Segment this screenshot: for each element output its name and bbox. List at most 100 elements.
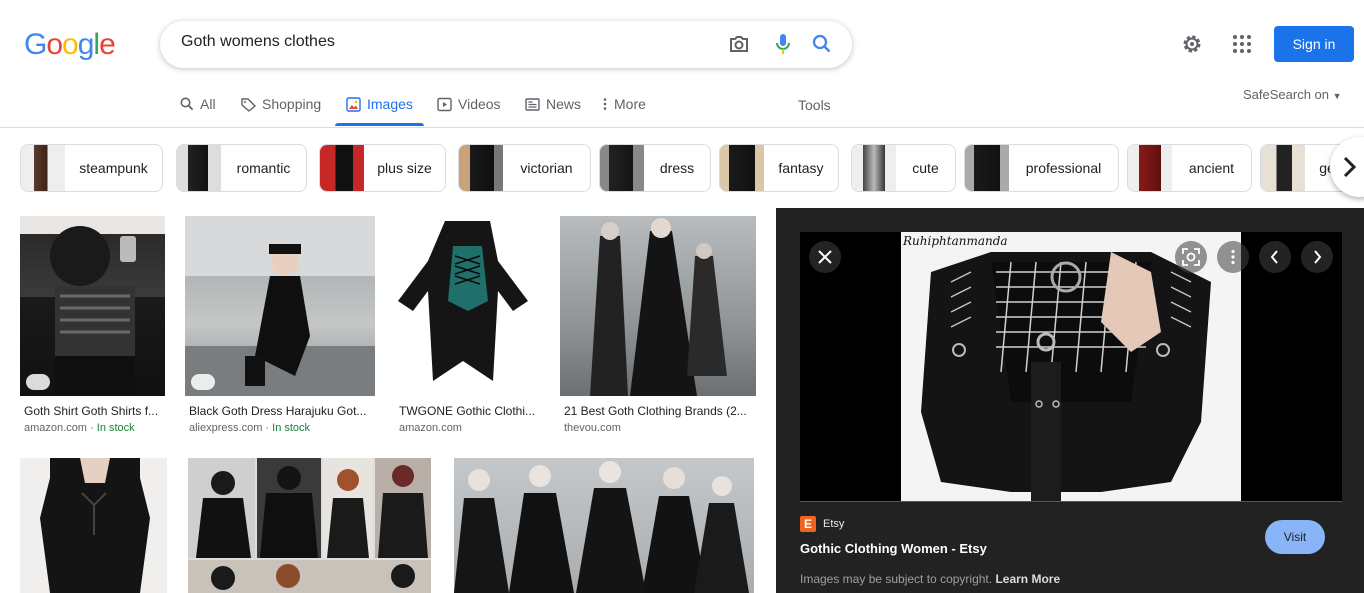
copyright-notice: Images may be subject to copyright. Lear… <box>800 572 1060 586</box>
chip-label: professional <box>1025 160 1102 176</box>
separator: · <box>86 422 97 434</box>
chip-thumbnail <box>852 145 896 191</box>
result-title[interactable]: TWGONE Gothic Clothi... <box>399 404 536 418</box>
result-photo <box>398 221 528 381</box>
chevron-right-icon <box>1343 156 1356 178</box>
camera-icon[interactable] <box>727 32 751 56</box>
chip-label: romantic <box>236 160 291 176</box>
shopping-tag-icon <box>191 374 215 390</box>
chip-thumbnail <box>177 145 221 191</box>
source-domain: aliexpress.com <box>189 422 263 434</box>
chip-steampunk[interactable]: steampunk <box>20 144 163 192</box>
chip-thumbnail <box>459 145 503 191</box>
result-image-collage[interactable] <box>188 458 431 593</box>
tab-images[interactable]: Images <box>346 96 413 112</box>
logo-letter: g <box>77 28 95 61</box>
tab-label: Images <box>367 96 413 112</box>
tab-more[interactable]: More <box>602 96 646 112</box>
previous-image-button[interactable] <box>1259 241 1291 273</box>
learn-more-link[interactable]: Learn More <box>995 572 1060 586</box>
tab-videos[interactable]: Videos <box>437 96 501 112</box>
source-domain: thevou.com <box>564 422 621 434</box>
result-title[interactable]: Black Goth Dress Harajuku Got... <box>189 404 371 418</box>
chip-thumbnail <box>965 145 1009 191</box>
chip-dress[interactable]: dress <box>599 144 711 192</box>
google-logo[interactable]: Google <box>24 28 116 62</box>
etsy-icon: E <box>800 516 816 532</box>
search-icon[interactable] <box>810 32 834 56</box>
chip-label: cute <box>912 160 939 176</box>
result-title[interactable]: Goth Shirt Goth Shirts f... <box>24 404 164 418</box>
result-image-goth-shirt[interactable] <box>20 216 165 396</box>
image-icon <box>346 96 361 112</box>
chip-thumbnail <box>1128 145 1172 191</box>
result-caption-block: Goth Shirt Goth Shirts f... amazon.com ·… <box>24 404 164 434</box>
chip-label: fantasy <box>778 160 824 176</box>
preview-title[interactable]: Gothic Clothing Women - Etsy <box>800 541 987 556</box>
tab-label: More <box>614 96 646 112</box>
result-image-goth-brands[interactable] <box>560 216 756 396</box>
chevron-left-icon <box>1270 250 1278 264</box>
apps-grid-icon[interactable] <box>1230 32 1254 56</box>
result-title[interactable]: 21 Best Goth Clothing Brands (2... <box>564 404 752 418</box>
logo-letter: o <box>46 28 63 61</box>
result-caption-block: TWGONE Gothic Clothi... amazon.com <box>399 404 536 434</box>
result-photo <box>50 226 136 396</box>
header-divider <box>0 127 1364 128</box>
chip-fantasy[interactable]: fantasy <box>719 144 839 192</box>
visit-button[interactable]: Visit <box>1265 520 1325 554</box>
next-image-button[interactable] <box>1301 241 1333 273</box>
tab-shopping[interactable]: Shopping <box>241 96 321 112</box>
stock-status: In stock <box>272 422 311 434</box>
result-source: aliexpress.com · In stock <box>189 422 371 434</box>
chip-label: victorian <box>520 160 573 176</box>
result-image-lace-top[interactable] <box>20 458 167 593</box>
result-source: amazon.com <box>399 422 536 434</box>
chip-thumbnail <box>21 145 65 191</box>
result-image-twgone-gothic[interactable] <box>395 216 540 396</box>
close-preview-button[interactable] <box>809 241 841 273</box>
tab-label: All <box>200 96 216 112</box>
kebab-icon <box>603 98 607 110</box>
preview-source[interactable]: E Etsy <box>800 516 844 532</box>
chip-professional[interactable]: professional <box>964 144 1119 192</box>
microphone-icon[interactable] <box>771 32 795 56</box>
tag-icon <box>241 97 256 112</box>
lens-search-button[interactable] <box>1175 241 1207 273</box>
logo-letter: G <box>24 28 47 61</box>
tab-news[interactable]: News <box>525 96 581 112</box>
chip-victorian[interactable]: victorian <box>458 144 591 192</box>
search-input[interactable] <box>181 33 701 51</box>
result-source: amazon.com · In stock <box>24 422 164 434</box>
chevron-right-icon <box>1314 250 1322 264</box>
search-box[interactable] <box>160 21 852 68</box>
gear-icon[interactable] <box>1180 32 1204 56</box>
source-domain: amazon.com <box>24 422 87 434</box>
play-icon <box>437 97 452 111</box>
result-photo <box>454 461 749 593</box>
chip-romantic[interactable]: romantic <box>176 144 307 192</box>
chip-label: steampunk <box>79 160 148 176</box>
logo-letter: e <box>99 28 116 61</box>
result-caption-block: 21 Best Goth Clothing Brands (2... thevo… <box>564 404 752 434</box>
search-icon <box>180 97 194 111</box>
tools-button[interactable]: Tools <box>798 97 831 113</box>
more-options-button[interactable] <box>1217 241 1249 273</box>
chip-ancient[interactable]: ancient <box>1127 144 1252 192</box>
sign-in-button[interactable]: Sign in <box>1274 26 1354 62</box>
result-image-group-dresses[interactable] <box>454 458 754 593</box>
chip-cute[interactable]: cute <box>851 144 956 192</box>
chip-plus-size[interactable]: plus size <box>319 144 446 192</box>
result-photo <box>185 216 375 396</box>
chip-label: ancient <box>1188 160 1235 176</box>
preview-source-name: Etsy <box>823 518 845 530</box>
result-image-black-goth-dress[interactable] <box>185 216 375 396</box>
stock-status: In stock <box>96 422 135 434</box>
safesearch-dropdown[interactable]: SafeSearch on ▼ <box>1243 87 1342 102</box>
result-source: thevou.com <box>564 422 752 434</box>
tab-all[interactable]: All <box>180 96 216 112</box>
separator: · <box>262 422 273 434</box>
chip-thumbnail <box>1261 145 1305 191</box>
logo-letter: o <box>62 28 79 61</box>
result-photo <box>40 458 150 593</box>
